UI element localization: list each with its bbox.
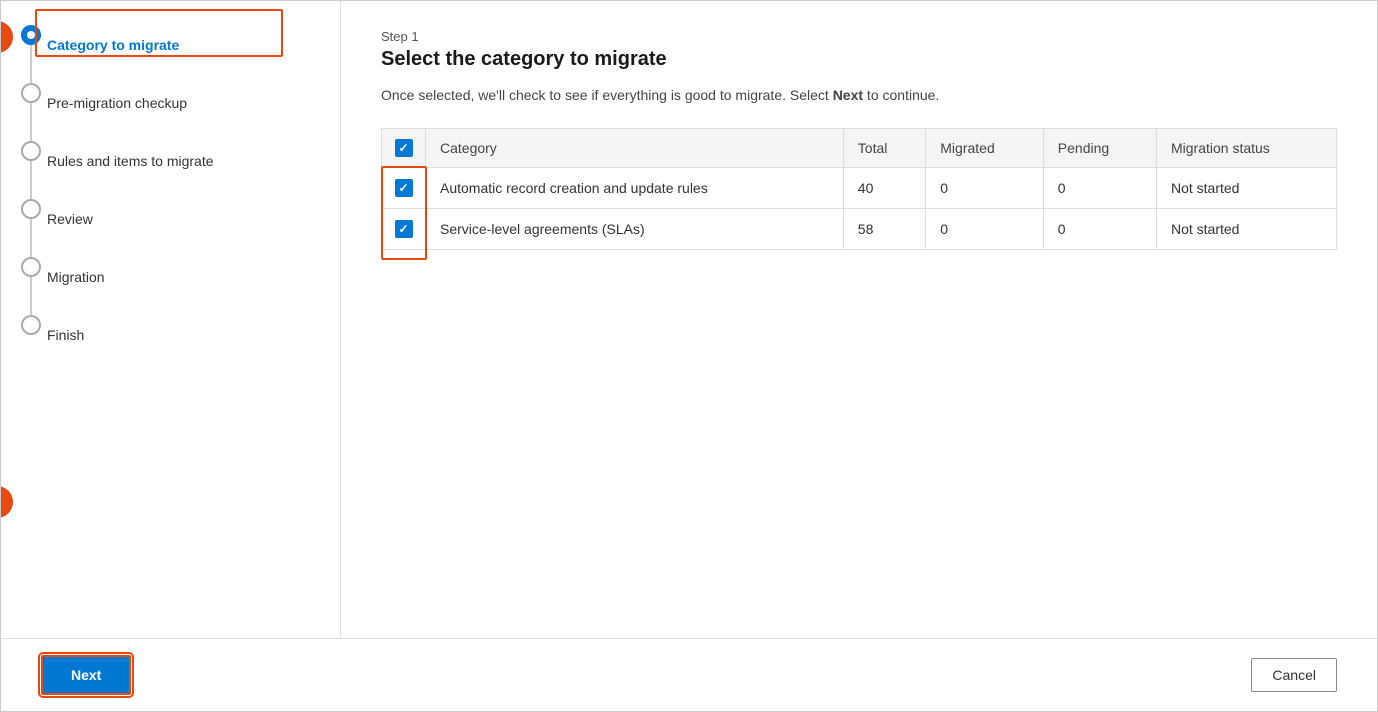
step-connector-5 — [21, 257, 41, 315]
step-connector-2 — [21, 83, 41, 141]
content-area: Step 1 Select the category to migrate On… — [341, 1, 1377, 638]
step-circle-rules — [21, 141, 41, 161]
row2-status: Not started — [1156, 209, 1336, 250]
description-text-plain: Once selected, we'll check to see if eve… — [381, 87, 833, 103]
step-connector-1 — [21, 25, 41, 83]
step-label-migration: Migration — [47, 268, 105, 285]
step-title: Select the category to migrate — [381, 48, 1337, 71]
step-line-3 — [30, 161, 32, 199]
step-description: Once selected, we'll check to see if eve… — [381, 85, 1337, 106]
step-circle-pre-migration — [21, 83, 41, 103]
annotation-badge-1: 1 — [1, 21, 13, 53]
table-row: Automatic record creation and update rul… — [382, 168, 1337, 209]
row2-checkbox-cell — [382, 209, 426, 250]
row2-category: Service-level agreements (SLAs) — [426, 209, 844, 250]
step-line-5 — [30, 277, 32, 315]
migration-table: Category Total Migrated Pending Migratio… — [381, 128, 1337, 250]
step-item-review: Review — [21, 199, 320, 257]
step-item-finish: Finish — [21, 315, 320, 355]
row1-pending: 0 — [1043, 168, 1156, 209]
row1-migrated: 0 — [926, 168, 1044, 209]
cancel-button[interactable]: Cancel — [1251, 658, 1337, 692]
col-header-checkbox — [382, 129, 426, 168]
app-container: 1 Category to migrate — [1, 1, 1377, 711]
step-line-2 — [30, 103, 32, 141]
step-circle-category — [21, 25, 41, 45]
row1-checkbox-cell — [382, 168, 426, 209]
step-label-pre-migration: Pre-migration checkup — [47, 94, 187, 111]
step-item-rules: Rules and items to migrate — [21, 141, 320, 199]
step-label-review: Review — [47, 210, 93, 227]
step-item-category: Category to migrate — [21, 25, 320, 83]
col-header-category: Category — [426, 129, 844, 168]
row1-total: 40 — [843, 168, 925, 209]
row2-pending: 0 — [1043, 209, 1156, 250]
col-header-pending: Pending — [1043, 129, 1156, 168]
step-label-rules: Rules and items to migrate — [47, 152, 214, 169]
step-connector-3 — [21, 141, 41, 199]
row1-category: Automatic record creation and update rul… — [426, 168, 844, 209]
step-item-migration: Migration — [21, 257, 320, 315]
row2-checkbox[interactable] — [395, 220, 413, 238]
table-header-row: Category Total Migrated Pending Migratio… — [382, 129, 1337, 168]
row1-checkbox[interactable] — [395, 179, 413, 197]
col-header-migrated: Migrated — [926, 129, 1044, 168]
main-content: 1 Category to migrate — [1, 1, 1377, 638]
row2-total: 58 — [843, 209, 925, 250]
steps-list: Category to migrate Pre-migration checku… — [21, 25, 320, 355]
col-header-status: Migration status — [1156, 129, 1336, 168]
row2-migrated: 0 — [926, 209, 1044, 250]
step-circle-finish — [21, 315, 41, 335]
select-all-checkbox[interactable] — [395, 139, 413, 157]
description-text-end: to continue. — [863, 87, 939, 103]
step-circle-review — [21, 199, 41, 219]
row1-status: Not started — [1156, 168, 1336, 209]
footer: 3 Next Cancel — [1, 638, 1377, 711]
footer-left: Next — [41, 655, 131, 695]
step-label-finish: Finish — [47, 326, 84, 343]
next-button[interactable]: Next — [41, 655, 131, 695]
annotation-badge-2: 2 — [1, 486, 13, 518]
step-line-4 — [30, 219, 32, 257]
step-line-1 — [30, 45, 32, 83]
step-label-category: Category to migrate — [47, 36, 179, 53]
table-row: Service-level agreements (SLAs) 58 0 0 N… — [382, 209, 1337, 250]
step-circle-migration — [21, 257, 41, 277]
sidebar: 1 Category to migrate — [1, 1, 341, 638]
description-bold: Next — [833, 87, 863, 103]
col-header-total: Total — [843, 129, 925, 168]
step-number: Step 1 — [381, 29, 1337, 44]
table-wrapper: Category Total Migrated Pending Migratio… — [381, 128, 1337, 250]
step-connector-4 — [21, 199, 41, 257]
step-item-pre-migration: Pre-migration checkup — [21, 83, 320, 141]
step-connector-6 — [21, 315, 41, 335]
